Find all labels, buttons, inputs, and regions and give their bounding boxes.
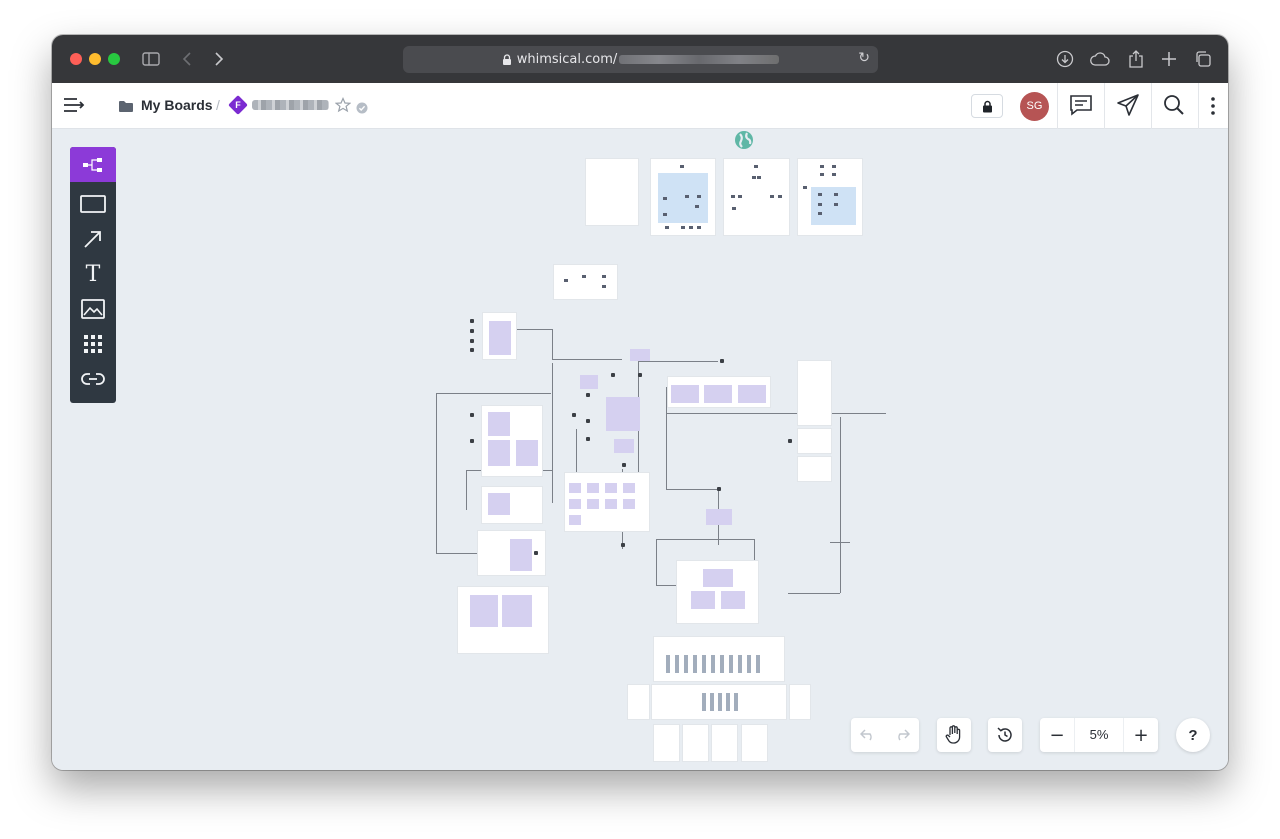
share-icon[interactable] [1125, 48, 1147, 70]
pan-mode-button[interactable] [937, 718, 971, 752]
undo-icon [860, 729, 872, 741]
diagram-card [683, 725, 708, 761]
app-header: My Boards / F SG [52, 83, 1228, 129]
comment-icon[interactable] [1069, 94, 1093, 120]
star-icon[interactable] [334, 97, 352, 117]
diagram-card [724, 159, 789, 235]
diagram-node [706, 509, 732, 525]
diagram-card [798, 159, 862, 235]
flowchart-tool[interactable] [70, 147, 116, 182]
rectangle-tool[interactable] [70, 187, 116, 221]
verified-icon [356, 99, 368, 118]
redo-button[interactable] [885, 718, 919, 752]
diagram-card [628, 685, 649, 719]
diagram-card [654, 725, 679, 761]
rectangle-icon [80, 195, 106, 213]
diagram-card [798, 457, 831, 481]
arrow-icon [84, 231, 101, 248]
diagram-card [565, 473, 649, 531]
diagram-card [482, 406, 542, 476]
minimize-window-button[interactable] [89, 53, 101, 65]
header-divider [1198, 83, 1199, 129]
close-window-button[interactable] [70, 53, 82, 65]
grid-icon [84, 335, 102, 353]
diagram-card [652, 685, 786, 719]
diagram-card [654, 637, 784, 681]
search-icon[interactable] [1163, 94, 1185, 120]
undo-redo-group [851, 718, 919, 752]
diagram-card [458, 587, 548, 653]
download-icon[interactable] [1054, 48, 1076, 70]
zoom-window-button[interactable] [108, 53, 120, 65]
browser-window: whimsical.com/ ↻ My Boards / F SG T − 5%… [52, 35, 1228, 770]
zoom-out-button[interactable]: − [1040, 718, 1074, 752]
header-divider [1104, 83, 1105, 129]
tool-palette: T [70, 147, 116, 403]
image-icon [81, 299, 105, 319]
text-icon: T [85, 261, 101, 287]
diagram-card [798, 361, 831, 425]
diagram-card [668, 377, 770, 407]
back-icon[interactable] [176, 48, 198, 70]
link-icon [81, 373, 105, 385]
arrow-tool[interactable] [70, 222, 116, 256]
history-icon [988, 718, 1022, 752]
image-tool[interactable] [70, 292, 116, 326]
diagram-node [630, 349, 650, 361]
diagram-card [554, 265, 617, 299]
header-divider [1057, 83, 1058, 129]
breadcrumb-separator: / [216, 97, 220, 113]
header-divider [1151, 83, 1152, 129]
breadcrumb-my-boards[interactable]: My Boards [141, 97, 213, 113]
diagram-node [614, 439, 634, 453]
board-name-redacted[interactable] [252, 100, 329, 110]
hand-icon [937, 718, 971, 752]
cloud-icon[interactable] [1089, 48, 1111, 70]
reload-icon[interactable]: ↻ [858, 50, 870, 66]
diagram-card [798, 429, 831, 453]
diagram-node [580, 375, 598, 389]
diagram-card [712, 725, 737, 761]
link-tool[interactable] [70, 362, 116, 396]
url-redacted [619, 55, 780, 64]
diagram-card [651, 159, 715, 235]
text-tool[interactable]: T [70, 257, 116, 291]
forward-icon[interactable] [208, 48, 230, 70]
grid-tool[interactable] [70, 327, 116, 361]
tabs-icon[interactable] [1192, 48, 1214, 70]
more-vertical-icon[interactable] [1210, 96, 1216, 120]
history-button[interactable] [988, 718, 1022, 752]
menu-collapse-icon[interactable] [63, 96, 87, 118]
help-button[interactable]: ? [1176, 718, 1210, 752]
zoom-in-button[interactable]: + [1124, 718, 1158, 752]
diagram-node [606, 397, 640, 431]
flowchart-icon [83, 157, 102, 172]
zoom-controls: − 5% + [1040, 718, 1158, 752]
lock-button[interactable] [971, 94, 1003, 118]
folder-icon [118, 98, 134, 117]
board-canvas[interactable]: T − 5% + ? [52, 129, 1228, 770]
diagram-card [677, 561, 758, 623]
lock-icon [982, 100, 992, 112]
url-text: whimsical.com/ [516, 52, 618, 67]
diagram-card [482, 487, 542, 523]
new-tab-icon[interactable] [1158, 48, 1180, 70]
address-bar[interactable]: whimsical.com/ ↻ [403, 46, 878, 73]
browser-titlebar: whimsical.com/ ↻ [52, 35, 1228, 83]
send-icon[interactable] [1116, 93, 1140, 121]
redo-icon [898, 729, 910, 741]
diagram-card [742, 725, 767, 761]
diagram-card [586, 159, 638, 225]
sidebar-icon[interactable] [140, 48, 162, 70]
diagram-card [483, 313, 516, 359]
diagram-card [790, 685, 810, 719]
globe-icon [735, 131, 753, 149]
undo-button[interactable] [851, 718, 885, 752]
user-avatar[interactable]: SG [1020, 92, 1049, 121]
board-badge-icon: F [228, 95, 248, 115]
secure-lock-icon [502, 54, 511, 65]
zoom-level[interactable]: 5% [1074, 718, 1124, 752]
